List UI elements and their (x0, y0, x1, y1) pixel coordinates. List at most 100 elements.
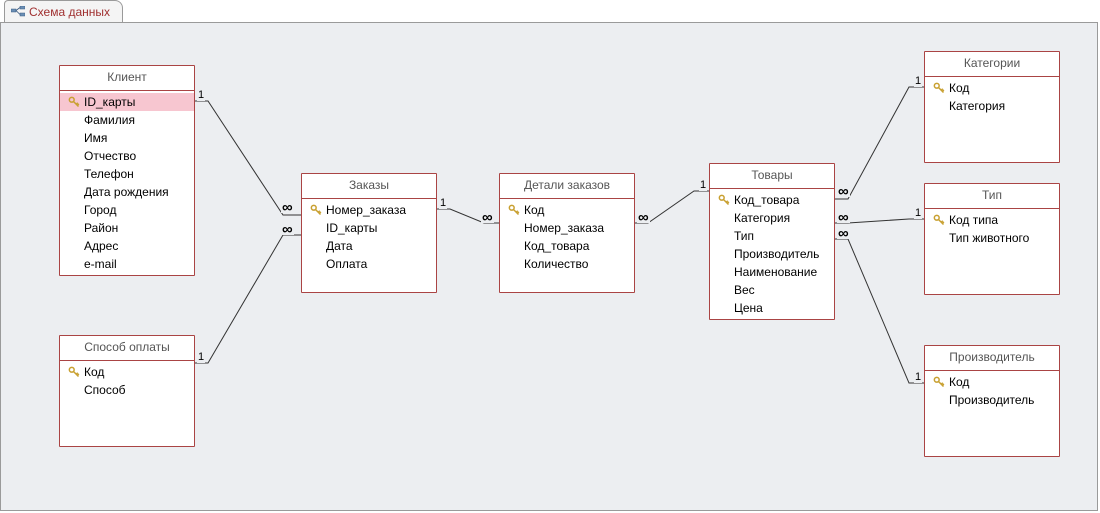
field-name: Количество (522, 257, 588, 271)
cardinality-one: 1 (699, 179, 707, 191)
table-field[interactable]: ID_карты (302, 219, 436, 237)
table-field[interactable]: e-mail (60, 255, 194, 273)
cardinality-one: 1 (914, 371, 922, 383)
table-field[interactable]: ID_карты (60, 93, 194, 111)
table-field[interactable]: Код (60, 363, 194, 381)
field-name: Код_товара (522, 239, 589, 253)
table-field[interactable]: Фамилия (60, 111, 194, 129)
field-name: Производитель (947, 393, 1034, 407)
relationships-canvas[interactable]: 1 ∞ 1 ∞ 1 ∞ ∞ 1 ∞ 1 ∞ 1 ∞ 1 Клиент ID_ка… (0, 22, 1098, 511)
table-field[interactable]: Дата рождения (60, 183, 194, 201)
field-name: Тип животного (947, 231, 1029, 245)
table-payment[interactable]: Способ оплаты КодСпособ (59, 335, 195, 447)
table-field[interactable]: Код (925, 79, 1059, 97)
table-field[interactable]: Код_товара (500, 237, 634, 255)
table-title: Тип (925, 184, 1059, 209)
cardinality-many: ∞ (837, 213, 850, 223)
field-name: ID_карты (82, 95, 135, 109)
table-title: Клиент (60, 66, 194, 91)
table-title: Заказы (302, 174, 436, 199)
field-name: Дата (324, 239, 353, 253)
key-icon (718, 194, 730, 206)
key-icon (933, 82, 945, 94)
table-field[interactable]: Код (500, 201, 634, 219)
field-name: Вес (732, 283, 755, 297)
table-fields: Код_товараКатегория Тип Производитель Наиме… (710, 189, 834, 319)
key-slot (931, 376, 947, 388)
table-title: Детали заказов (500, 174, 634, 199)
table-field[interactable]: Категория (925, 97, 1059, 115)
table-field[interactable]: Имя (60, 129, 194, 147)
table-manufacturer[interactable]: Производитель Код Производитель (924, 345, 1060, 457)
table-field[interactable]: Оплата (302, 255, 436, 273)
field-name: Номер_заказа (324, 203, 406, 217)
table-field[interactable]: Район (60, 219, 194, 237)
table-title: Товары (710, 164, 834, 189)
table-field[interactable]: Код (925, 373, 1059, 391)
table-field[interactable]: Производитель (710, 245, 834, 263)
cardinality-one: 1 (914, 207, 922, 219)
table-field[interactable]: Отчество (60, 147, 194, 165)
table-field[interactable]: Телефон (60, 165, 194, 183)
key-icon (310, 204, 322, 216)
key-slot (506, 204, 522, 216)
key-icon (933, 376, 945, 388)
field-name: Цена (732, 301, 763, 315)
field-name: Район (82, 221, 118, 235)
table-field[interactable]: Код типа (925, 211, 1059, 229)
key-icon (68, 366, 80, 378)
field-name: Адрес (82, 239, 118, 253)
table-field[interactable]: Наименование (710, 263, 834, 281)
table-title: Категории (925, 52, 1059, 77)
tab-label: Схема данных (29, 5, 110, 19)
cardinality-one: 1 (197, 89, 205, 101)
tab-strip: Схема данных (0, 0, 1100, 22)
key-icon (933, 214, 945, 226)
table-type[interactable]: Тип Код типа Тип животного (924, 183, 1060, 295)
field-name: Тип (732, 229, 754, 243)
table-field[interactable]: Категория (710, 209, 834, 227)
table-field[interactable]: Адрес (60, 237, 194, 255)
field-name: e-mail (82, 257, 117, 271)
table-products[interactable]: Товары Код_товараКатегория Тип Производите… (709, 163, 835, 320)
field-name: Код (82, 365, 104, 379)
relationships-icon (11, 5, 25, 19)
table-fields: Код Способ (60, 361, 194, 401)
table-fields: Код Категория (925, 77, 1059, 117)
table-field[interactable]: Тип животного (925, 229, 1059, 247)
key-slot (66, 96, 82, 108)
cardinality-many: ∞ (837, 187, 850, 197)
table-field[interactable]: Количество (500, 255, 634, 273)
table-field[interactable]: Город (60, 201, 194, 219)
field-name: Код типа (947, 213, 998, 227)
table-fields: Номер_заказа ID_карты Дата Оплата (302, 199, 436, 275)
table-field[interactable]: Цена (710, 299, 834, 317)
field-name: Наименование (732, 265, 817, 279)
field-name: Город (82, 203, 116, 217)
table-field[interactable]: Вес (710, 281, 834, 299)
table-field[interactable]: Тип (710, 227, 834, 245)
tab-schema[interactable]: Схема данных (4, 0, 123, 23)
cardinality-one: 1 (197, 351, 205, 363)
table-order-details[interactable]: Детали заказов КодНомер_заказа Код_товара… (499, 173, 635, 293)
field-name: Фамилия (82, 113, 135, 127)
table-fields: КодНомер_заказа Код_товара Количество (500, 199, 634, 275)
table-title: Производитель (925, 346, 1059, 371)
cardinality-many: ∞ (637, 213, 650, 223)
table-categories[interactable]: Категории Код Категория (924, 51, 1060, 163)
key-icon (68, 96, 80, 108)
field-name: Производитель (732, 247, 819, 261)
table-field[interactable]: Способ (60, 381, 194, 399)
table-orders[interactable]: Заказы Номер_заказа ID_карты Дата Оплата (301, 173, 437, 293)
table-field[interactable]: Производитель (925, 391, 1059, 409)
table-client[interactable]: Клиент ID_карты Фамилия ИмяОтчествоТелефон… (59, 65, 195, 276)
field-name: Дата рождения (82, 185, 169, 199)
key-slot (716, 194, 732, 206)
field-name: Категория (947, 99, 1005, 113)
table-field[interactable]: Номер_заказа (302, 201, 436, 219)
key-slot (66, 366, 82, 378)
table-field[interactable]: Номер_заказа (500, 219, 634, 237)
table-field[interactable]: Код_товара (710, 191, 834, 209)
table-fields: ID_карты Фамилия ИмяОтчествоТелефон Дата ро… (60, 91, 194, 275)
table-field[interactable]: Дата (302, 237, 436, 255)
